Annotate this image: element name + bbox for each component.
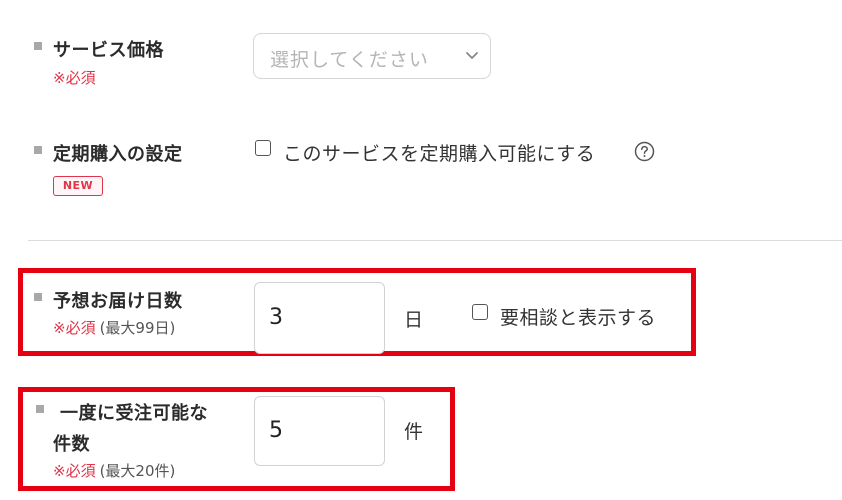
- service-price-label: サービス価格: [53, 40, 164, 61]
- orders-required: ※必須 (最大20件): [53, 460, 175, 481]
- subscription-checkbox-label[interactable]: このサービスを定期購入可能にする: [283, 139, 595, 166]
- max-orders-label-line2: 件数: [53, 434, 90, 455]
- help-icon[interactable]: [634, 141, 655, 162]
- subscription-checkbox[interactable]: [255, 140, 271, 156]
- section-divider: [28, 240, 842, 241]
- required-mark: ※必須: [53, 69, 96, 87]
- subscription-label: 定期購入の設定: [53, 144, 183, 165]
- chevron-down-icon: [466, 52, 478, 59]
- required-mark: ※必須: [53, 319, 96, 337]
- service-price-select[interactable]: 選択してください: [253, 33, 491, 79]
- bullet-marker: [36, 405, 44, 413]
- bullet-marker: [34, 293, 42, 301]
- bullet-marker: [34, 42, 42, 50]
- new-badge: NEW: [53, 176, 103, 196]
- delivery-days-label: 予想お届け日数: [53, 291, 183, 312]
- bullet-marker: [34, 146, 42, 154]
- select-placeholder: 選択してください: [270, 49, 429, 71]
- consult-checkbox-label[interactable]: 要相談と表示する: [500, 303, 656, 330]
- max-orders-input[interactable]: 5: [254, 396, 385, 466]
- required-mark: ※必須: [53, 462, 96, 480]
- max-orders-label-line1: 一度に受注可能な: [60, 403, 208, 424]
- delivery-days-input[interactable]: 3: [254, 282, 385, 354]
- max-orders-unit: 件: [404, 421, 424, 443]
- service-settings-form: サービス価格 ※必須 選択してください 定期購入の設定 NEW このサービスを定…: [0, 0, 842, 500]
- delivery-days-unit: 日: [404, 309, 424, 331]
- consult-checkbox[interactable]: [472, 304, 488, 320]
- delivery-required: ※必須 (最大99日): [53, 317, 175, 338]
- max-note: (最大20件): [99, 462, 176, 480]
- max-note: (最大99日): [99, 319, 176, 337]
